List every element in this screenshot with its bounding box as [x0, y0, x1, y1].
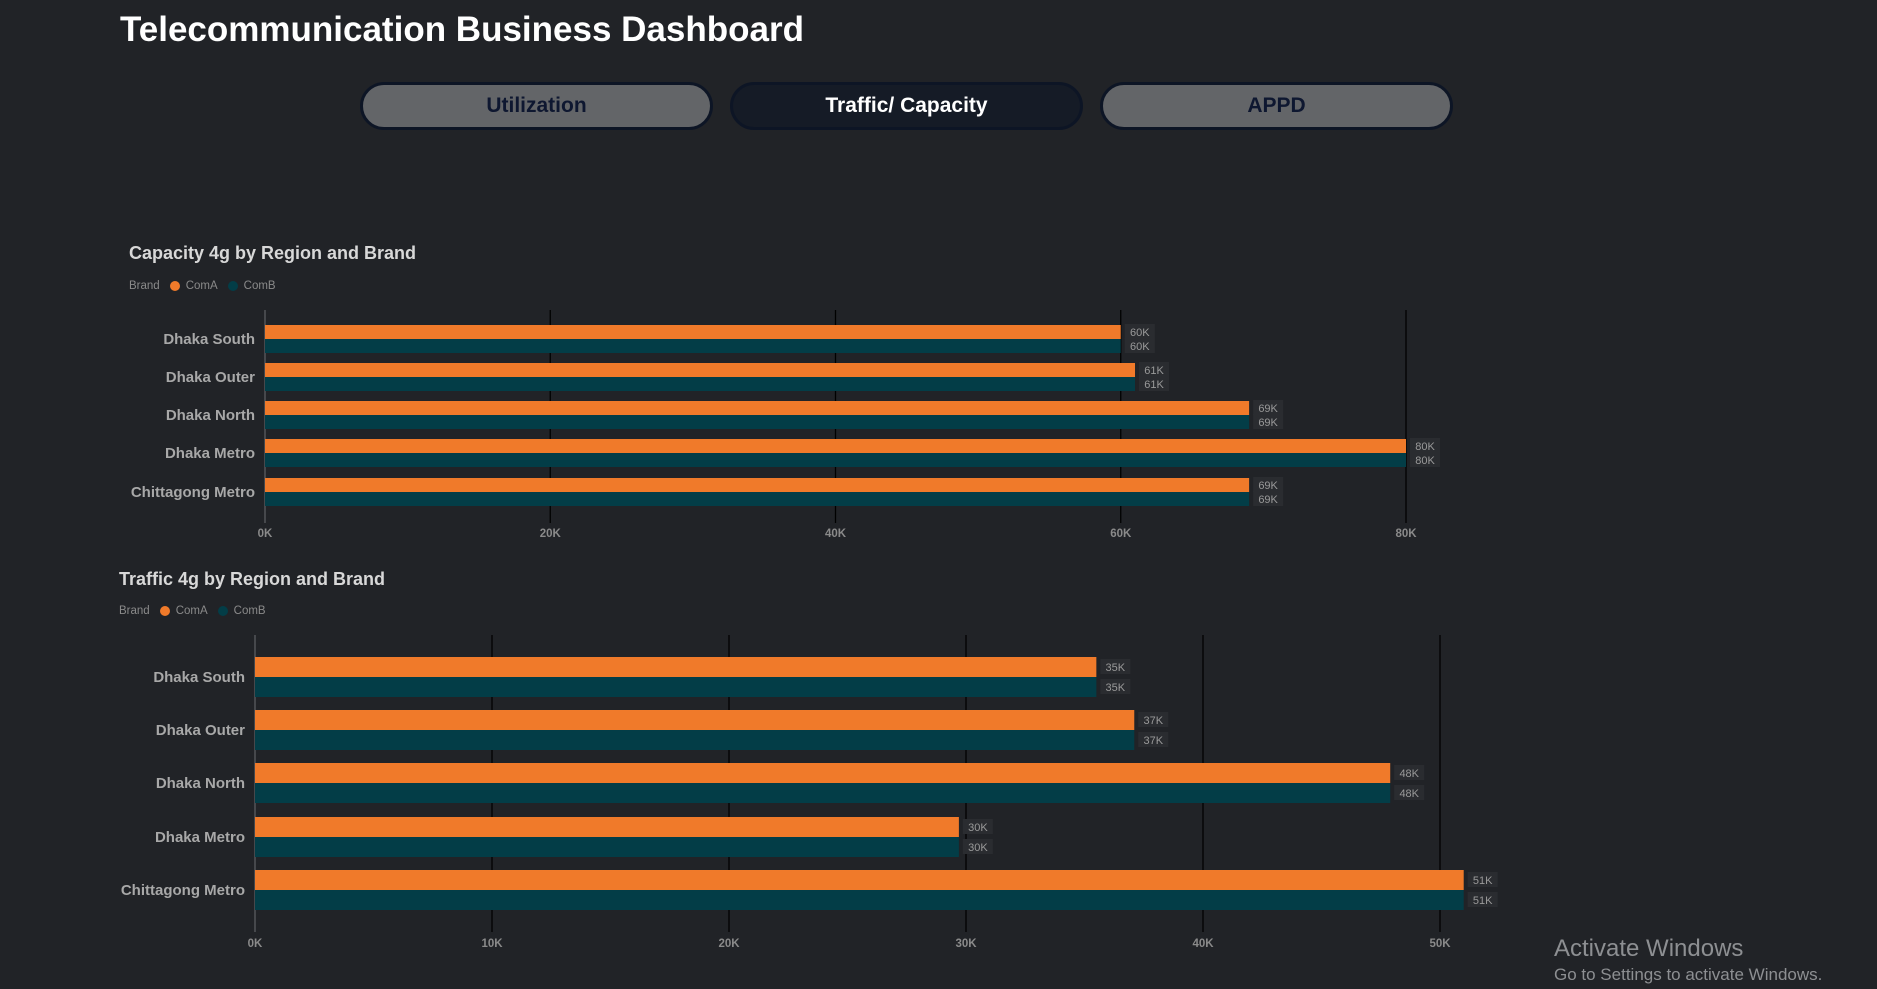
data-label-comb-dhaka-outer: 37K [1143, 735, 1163, 747]
x-tick-label: 10K [481, 938, 503, 950]
x-tick-label: 20K [718, 938, 740, 950]
data-label-comb-dhaka-metro: 30K [968, 842, 988, 854]
category-label-dhaka-outer: Dhaka Outer [156, 722, 245, 739]
category-label-dhaka-metro: Dhaka Metro [155, 829, 245, 846]
traffic-bar-chart: 0K 10K 20K 30K 40K 50K Dhaka South 35K 35K Dhaka … [121, 635, 1498, 950]
data-label-coma-dhaka-south: 35K [1106, 662, 1126, 674]
data-label-comb-dhaka-south: 35K [1106, 682, 1126, 694]
bar-coma-dhaka-south [255, 657, 1097, 677]
data-label-coma-dhaka-metro: 30K [968, 822, 988, 834]
bar-coma-dhaka-metro [255, 817, 959, 837]
data-label-coma-dhaka-outer: 37K [1143, 715, 1163, 727]
x-tick-label: 40K [1192, 938, 1214, 950]
data-label-coma-dhaka-north: 48K [1399, 768, 1419, 780]
bar-coma-dhaka-outer [255, 710, 1135, 730]
data-label-comb-chittagong-metro: 51K [1473, 895, 1493, 907]
activate-windows-watermark: Activate Windows Go to Settings to activ… [1554, 935, 1822, 985]
x-tick-label: 0K [248, 938, 263, 950]
category-label-chittagong-metro: Chittagong Metro [121, 882, 245, 899]
bar-coma-dhaka-north [255, 763, 1391, 783]
bar-comb-dhaka-metro [255, 837, 959, 857]
data-label-coma-chittagong-metro: 51K [1473, 875, 1493, 887]
category-label-dhaka-north: Dhaka North [156, 775, 245, 792]
x-tick-label: 30K [955, 938, 977, 950]
watermark-line2: Go to Settings to activate Windows. [1554, 965, 1823, 984]
data-label-comb-dhaka-north: 48K [1399, 788, 1419, 800]
x-tick-label: 50K [1429, 938, 1451, 950]
watermark-line1: Activate Windows [1554, 935, 1744, 962]
category-label-dhaka-south: Dhaka South [153, 669, 245, 686]
bar-comb-chittagong-metro [255, 890, 1464, 910]
bar-comb-dhaka-north [255, 783, 1391, 803]
bar-comb-dhaka-south [255, 677, 1097, 697]
bar-coma-chittagong-metro [255, 870, 1464, 890]
bar-comb-dhaka-outer [255, 730, 1135, 750]
